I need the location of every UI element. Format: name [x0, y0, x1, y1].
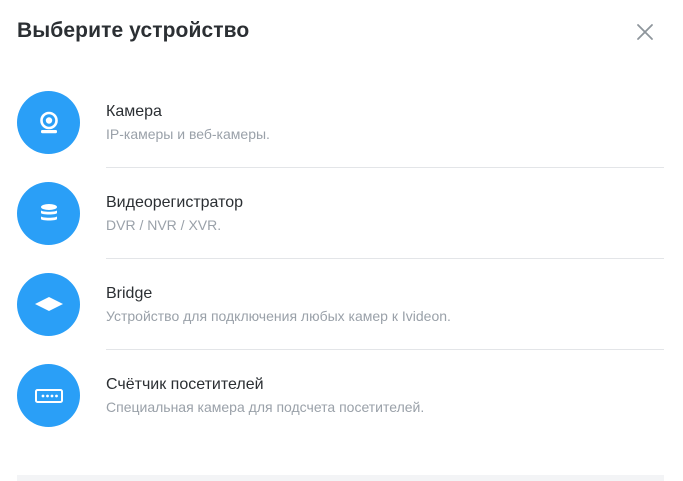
- device-icon-circle: [17, 364, 80, 427]
- device-icon-circle: [17, 182, 80, 245]
- device-item-dvr[interactable]: Видеорегистратор DVR / NVR / XVR.: [17, 168, 664, 259]
- device-name: Bridge: [106, 285, 153, 302]
- device-description: DVR / NVR / XVR.: [106, 217, 222, 233]
- close-button[interactable]: [633, 20, 657, 44]
- device-item-bridge[interactable]: Bridge Устройство для подключения любых …: [17, 259, 664, 350]
- footer-bar: [17, 475, 664, 481]
- device-item-visitor-counter[interactable]: Счётчик посетителей Специальная камера д…: [17, 350, 664, 441]
- device-item-camera[interactable]: Камера IP-камеры и веб-камеры.: [17, 77, 664, 168]
- device-name: Счётчик посетителей: [106, 376, 264, 393]
- device-name: Видеорегистратор: [106, 194, 244, 211]
- dialog-title: Выберите устройство: [17, 19, 250, 42]
- device-description: Устройство для подключения любых камер к…: [106, 308, 451, 324]
- device-list: Камера IP-камеры и веб-камеры. Видеореги…: [17, 77, 664, 441]
- database-icon: [40, 203, 57, 220]
- device-description: IP-камеры и веб-камеры.: [106, 126, 270, 142]
- device-icon-circle: [17, 91, 80, 154]
- bridge-icon: [34, 296, 63, 311]
- device-description: Специальная камера для подсчета посетите…: [106, 399, 425, 415]
- device-name: Камера: [106, 103, 162, 120]
- device-icon-circle: [17, 273, 80, 336]
- webcam-icon: [39, 111, 58, 133]
- select-device-dialog: Выберите устройство Камера IP-камеры и в…: [0, 0, 683, 481]
- close-icon: [637, 24, 653, 40]
- counter-icon: [34, 388, 63, 403]
